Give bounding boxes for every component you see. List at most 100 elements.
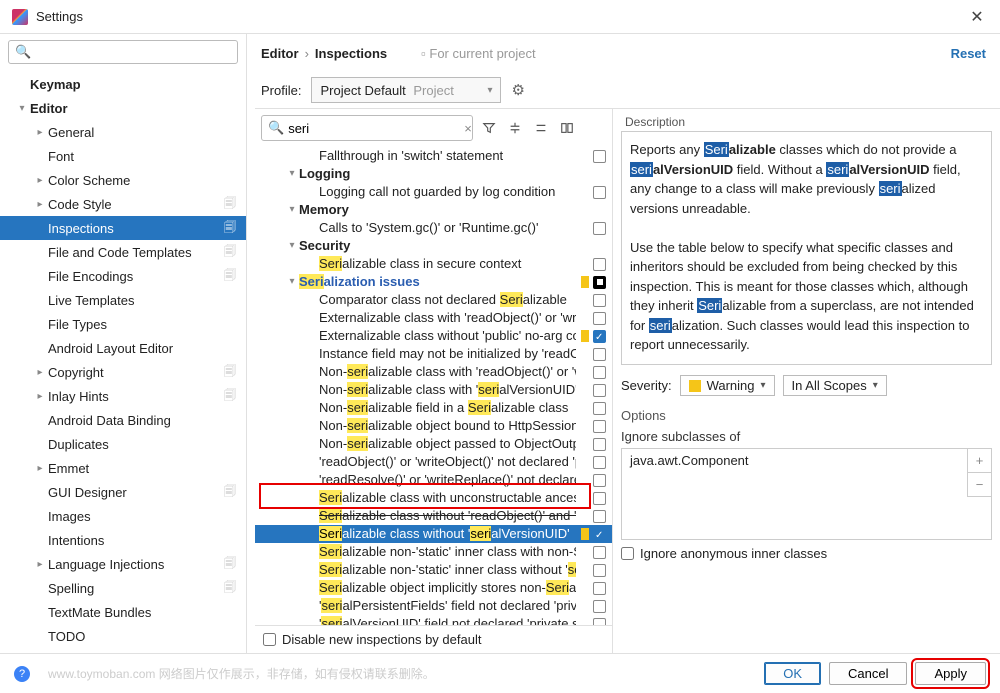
apply-button[interactable]: Apply bbox=[915, 662, 986, 685]
inspection-checkbox[interactable] bbox=[593, 582, 606, 595]
sidebar-item-android-data-binding[interactable]: Android Data Binding bbox=[0, 408, 246, 432]
sidebar-item-inlay-hints[interactable]: ▸Inlay Hints🗐 bbox=[0, 384, 246, 408]
inspections-search-input[interactable] bbox=[288, 121, 464, 136]
inspection-row[interactable]: Serializable class with unconstructable … bbox=[255, 489, 612, 507]
sidebar-item-android-layout-editor[interactable]: Android Layout Editor bbox=[0, 336, 246, 360]
sidebar-item-emmet[interactable]: ▸Emmet bbox=[0, 456, 246, 480]
inspection-checkbox[interactable] bbox=[593, 618, 606, 626]
inspection-checkbox[interactable] bbox=[593, 222, 606, 235]
inspection-row[interactable]: 'readResolve()' or 'writeReplace()' not … bbox=[255, 471, 612, 489]
sidebar-item-keymap[interactable]: Keymap bbox=[0, 72, 246, 96]
inspection-row[interactable]: Non-serializable object bound to HttpSes… bbox=[255, 417, 612, 435]
inspection-row[interactable]: Serializable class without 'serialVersio… bbox=[255, 525, 612, 543]
inspection-checkbox[interactable] bbox=[593, 150, 606, 163]
inspection-checkbox[interactable] bbox=[593, 474, 606, 487]
add-class-button[interactable]: + bbox=[967, 449, 991, 473]
sidebar-item-todo[interactable]: TODO bbox=[0, 624, 246, 648]
inspection-checkbox[interactable] bbox=[593, 348, 606, 361]
inspection-row[interactable]: Serializable non-'static' inner class wi… bbox=[255, 561, 612, 579]
sidebar-item-intentions[interactable]: Intentions bbox=[0, 528, 246, 552]
sidebar-item-spelling[interactable]: Spelling🗐 bbox=[0, 576, 246, 600]
ignore-anonymous-checkbox[interactable] bbox=[621, 547, 634, 560]
scope-dropdown[interactable]: In All Scopes ▾ bbox=[783, 375, 887, 396]
profile-dropdown[interactable]: Project Default Project ▾ bbox=[311, 77, 501, 103]
inspections-tree[interactable]: Fallthrough in 'switch' statement▾Loggin… bbox=[255, 147, 612, 625]
inspection-row[interactable]: Serializable class in secure context bbox=[255, 255, 612, 273]
inspection-row[interactable]: Non-serializable field in a Serializable… bbox=[255, 399, 612, 417]
inspection-checkbox[interactable] bbox=[593, 330, 606, 343]
inspection-row[interactable]: ▾Memory bbox=[255, 201, 612, 219]
collapse-all-icon[interactable] bbox=[531, 118, 551, 138]
inspection-row[interactable]: Serializable non-'static' inner class wi… bbox=[255, 543, 612, 561]
inspection-checkbox[interactable] bbox=[593, 438, 606, 451]
inspection-row[interactable]: Comparator class not declared Serializab… bbox=[255, 291, 612, 309]
inspection-checkbox[interactable] bbox=[593, 258, 606, 271]
breadcrumb-inspections[interactable]: Inspections bbox=[315, 46, 387, 61]
inspection-row[interactable]: Non-serializable class with 'readObject(… bbox=[255, 363, 612, 381]
severity-dropdown[interactable]: Warning ▾ bbox=[680, 375, 775, 396]
disable-new-checkbox[interactable] bbox=[263, 633, 276, 646]
inspection-row[interactable]: Calls to 'System.gc()' or 'Runtime.gc()' bbox=[255, 219, 612, 237]
inspection-checkbox[interactable] bbox=[593, 564, 606, 577]
breadcrumb-editor[interactable]: Editor bbox=[261, 46, 299, 61]
inspection-row[interactable]: Serializable class without 'readObject()… bbox=[255, 507, 612, 525]
help-icon[interactable]: ? bbox=[14, 666, 30, 682]
inspection-checkbox[interactable] bbox=[593, 276, 606, 289]
inspection-row[interactable]: Fallthrough in 'switch' statement bbox=[255, 147, 612, 165]
sidebar-item-general[interactable]: ▸General bbox=[0, 120, 246, 144]
clear-search-icon[interactable]: × bbox=[464, 121, 472, 136]
inspection-checkbox[interactable] bbox=[593, 366, 606, 379]
expand-all-icon[interactable] bbox=[505, 118, 525, 138]
inspection-row[interactable]: Externalizable class without 'public' no… bbox=[255, 327, 612, 345]
sidebar-item-gui-designer[interactable]: GUI Designer🗐 bbox=[0, 480, 246, 504]
sidebar-item-live-templates[interactable]: Live Templates bbox=[0, 288, 246, 312]
sidebar-item-copyright[interactable]: ▸Copyright🗐 bbox=[0, 360, 246, 384]
inspection-checkbox[interactable] bbox=[593, 186, 606, 199]
class-item[interactable]: java.awt.Component bbox=[630, 453, 959, 468]
cancel-button[interactable]: Cancel bbox=[829, 662, 907, 685]
inspection-row[interactable]: 'serialPersistentFields' field not decla… bbox=[255, 597, 612, 615]
inspection-checkbox[interactable] bbox=[593, 402, 606, 415]
profile-settings-gear[interactable]: ⚙ bbox=[511, 81, 524, 99]
filter-icon[interactable] bbox=[479, 118, 499, 138]
inspection-checkbox[interactable] bbox=[593, 420, 606, 433]
inspection-row[interactable]: Non-serializable class with 'serialVersi… bbox=[255, 381, 612, 399]
ok-button[interactable]: OK bbox=[764, 662, 821, 685]
inspection-checkbox[interactable] bbox=[593, 312, 606, 325]
sidebar-search[interactable]: 🔍 bbox=[8, 40, 238, 64]
inspection-row[interactable]: 'serialVersionUID' field not declared 'p… bbox=[255, 615, 612, 625]
inspection-checkbox[interactable] bbox=[593, 294, 606, 307]
inspection-row[interactable]: ▾Security bbox=[255, 237, 612, 255]
inspection-row[interactable]: ▾Logging bbox=[255, 165, 612, 183]
reset-button[interactable]: Reset bbox=[951, 46, 986, 61]
sidebar-item-textmate-bundles[interactable]: TextMate Bundles bbox=[0, 600, 246, 624]
inspections-search[interactable]: 🔍 × bbox=[261, 115, 473, 141]
inspection-row[interactable]: 'readObject()' or 'writeObject()' not de… bbox=[255, 453, 612, 471]
inspection-checkbox[interactable] bbox=[593, 492, 606, 505]
sidebar-item-editor[interactable]: ▾Editor bbox=[0, 96, 246, 120]
inspection-checkbox[interactable] bbox=[593, 456, 606, 469]
inspection-checkbox[interactable] bbox=[593, 600, 606, 613]
sidebar-item-language-injections[interactable]: ▸Language Injections🗐 bbox=[0, 552, 246, 576]
ignore-subclasses-list[interactable]: java.awt.Component + − bbox=[621, 448, 992, 540]
sidebar-item-file-types[interactable]: File Types bbox=[0, 312, 246, 336]
sidebar-item-inspections[interactable]: Inspections🗐 bbox=[0, 216, 246, 240]
sidebar-item-code-style[interactable]: ▸Code Style🗐 bbox=[0, 192, 246, 216]
window-close-button[interactable]: ✕ bbox=[962, 7, 992, 27]
inspection-checkbox[interactable] bbox=[593, 546, 606, 559]
sidebar-search-input[interactable] bbox=[35, 45, 231, 60]
sidebar-item-duplicates[interactable]: Duplicates bbox=[0, 432, 246, 456]
inspection-checkbox[interactable] bbox=[593, 510, 606, 523]
sidebar-item-file-and-code-templates[interactable]: File and Code Templates🗐 bbox=[0, 240, 246, 264]
inspection-row[interactable]: Logging call not guarded by log conditio… bbox=[255, 183, 612, 201]
sidebar-item-color-scheme[interactable]: ▸Color Scheme bbox=[0, 168, 246, 192]
sidebar-item-file-encodings[interactable]: File Encodings🗐 bbox=[0, 264, 246, 288]
inspection-row[interactable]: Serializable object implicitly stores no… bbox=[255, 579, 612, 597]
inspection-checkbox[interactable] bbox=[593, 384, 606, 397]
inspection-row[interactable]: Externalizable class with 'readObject()'… bbox=[255, 309, 612, 327]
remove-class-button[interactable]: − bbox=[967, 473, 991, 497]
sidebar-item-images[interactable]: Images bbox=[0, 504, 246, 528]
inspection-row[interactable]: Instance field may not be initialized by… bbox=[255, 345, 612, 363]
inspection-row[interactable]: Non-serializable object passed to Object… bbox=[255, 435, 612, 453]
inspection-checkbox[interactable] bbox=[593, 528, 606, 541]
